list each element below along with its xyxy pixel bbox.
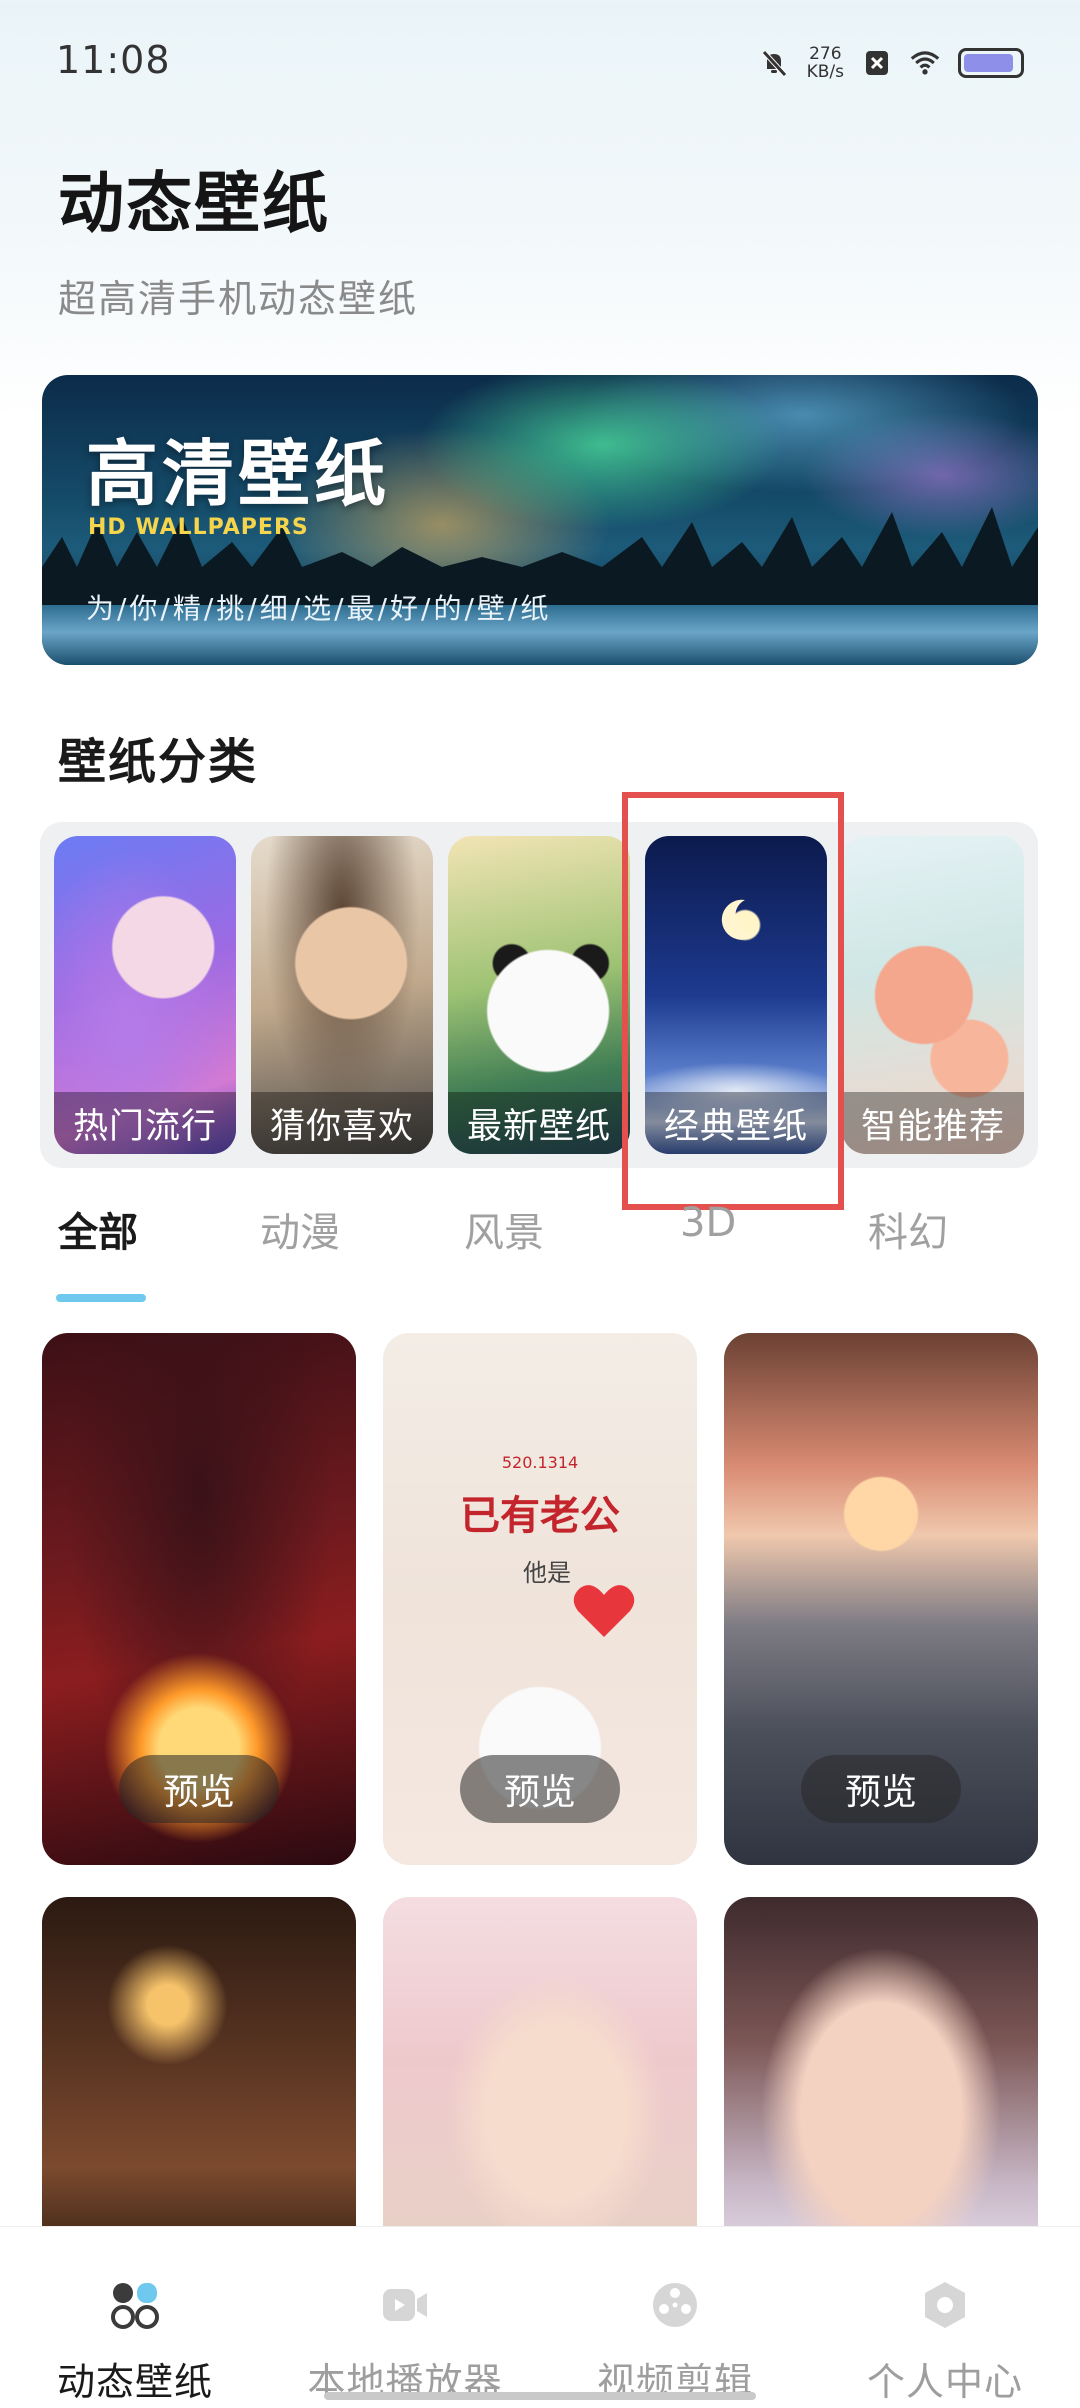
heart-icon xyxy=(573,1585,635,1637)
wallpaper-card[interactable]: 预览 xyxy=(42,1333,356,1865)
category-label: 热门流行 xyxy=(54,1092,236,1154)
tab-3d[interactable]: 3D xyxy=(680,1200,736,1246)
category-hot[interactable]: 热门流行 xyxy=(54,836,236,1154)
film-reel-icon xyxy=(653,2283,697,2327)
nav-item-profile[interactable]: 个人中心 xyxy=(810,2227,1080,2408)
wallpaper-card[interactable] xyxy=(724,1897,1038,2257)
speed-value: 276 xyxy=(809,44,842,64)
mute-icon xyxy=(759,48,789,78)
banner-subtitle: HD WALLPAPERS xyxy=(88,515,309,540)
wallpaper-number: 520.1314 xyxy=(501,1453,579,1472)
wallpaper-line: 他是 xyxy=(523,1559,571,1587)
speed-unit: KB/s xyxy=(806,62,844,82)
category-smart-recommend[interactable]: 智能推荐 xyxy=(842,836,1024,1154)
banner-slogan: 为/你/精/挑/细/选/最/好/的/壁/纸 xyxy=(86,592,552,625)
battery-icon xyxy=(958,48,1024,78)
network-speed: 276 KB/s xyxy=(807,45,844,81)
status-icons: 276 KB/s xyxy=(759,40,1024,86)
status-bar: 11:08 276 KB/s xyxy=(0,0,1080,120)
category-tabs: 全部 动漫 风景 3D 科幻 xyxy=(0,1200,1080,1310)
category-newest[interactable]: 最新壁纸 xyxy=(448,836,630,1154)
highlight-box xyxy=(622,792,844,1210)
status-time: 11:08 xyxy=(56,38,171,82)
category-label: 智能推荐 xyxy=(842,1092,1024,1154)
video-icon xyxy=(383,2289,427,2321)
preview-button[interactable]: 预览 xyxy=(801,1755,961,1823)
nav-item-local-player[interactable]: 本地播放器 xyxy=(270,2227,540,2408)
wifi-icon xyxy=(910,48,940,78)
category-guess-you-like[interactable]: 猜你喜欢 xyxy=(251,836,433,1154)
home-indicator[interactable] xyxy=(324,2392,756,2400)
tab-scenery[interactable]: 风景 xyxy=(464,1200,544,1258)
hero-banner[interactable]: 高清壁纸 HD WALLPAPERS 为/你/精/挑/细/选/最/好/的/壁/纸 xyxy=(42,375,1038,665)
nav-item-live-wallpaper[interactable]: 动态壁纸 xyxy=(0,2227,270,2408)
banner-title: 高清壁纸 xyxy=(86,432,391,516)
active-tab-indicator xyxy=(56,1294,146,1302)
battery-level xyxy=(964,54,1013,72)
nav-item-video-editor[interactable]: 视频剪辑 xyxy=(540,2227,810,2408)
category-strip: 热门流行 猜你喜欢 最新壁纸 经典壁纸 智能推荐 xyxy=(40,822,1038,1168)
page-title: 动态壁纸 xyxy=(58,165,330,242)
wallpaper-card[interactable]: 预览 xyxy=(724,1333,1038,1865)
category-label: 猜你喜欢 xyxy=(251,1092,433,1154)
wallpaper-card[interactable] xyxy=(42,1897,356,2257)
nav-label: 个人中心 xyxy=(866,2360,1023,2404)
category-label: 最新壁纸 xyxy=(448,1092,630,1154)
tab-anime[interactable]: 动漫 xyxy=(260,1200,340,1258)
wallpaper-headline: 已有老公 xyxy=(460,1493,620,1539)
grid-icon xyxy=(111,2283,159,2329)
bottom-nav: 动态壁纸 本地播放器 视频剪辑 个人中心 xyxy=(0,2226,1080,2408)
preview-button[interactable]: 预览 xyxy=(119,1755,279,1823)
wallpaper-card[interactable]: 520.1314 已有老公 他是 预览 xyxy=(383,1333,697,1865)
tab-all[interactable]: 全部 xyxy=(58,1200,138,1258)
page-subtitle: 超高清手机动态壁纸 xyxy=(58,277,419,321)
tab-scifi[interactable]: 科幻 xyxy=(868,1200,948,1258)
no-sim-icon xyxy=(862,48,892,78)
profile-icon xyxy=(925,2282,965,2328)
wallpaper-card[interactable] xyxy=(383,1897,697,2257)
nav-label: 动态壁纸 xyxy=(56,2360,213,2404)
category-section-title: 壁纸分类 xyxy=(58,734,259,790)
preview-button[interactable]: 预览 xyxy=(460,1755,620,1823)
